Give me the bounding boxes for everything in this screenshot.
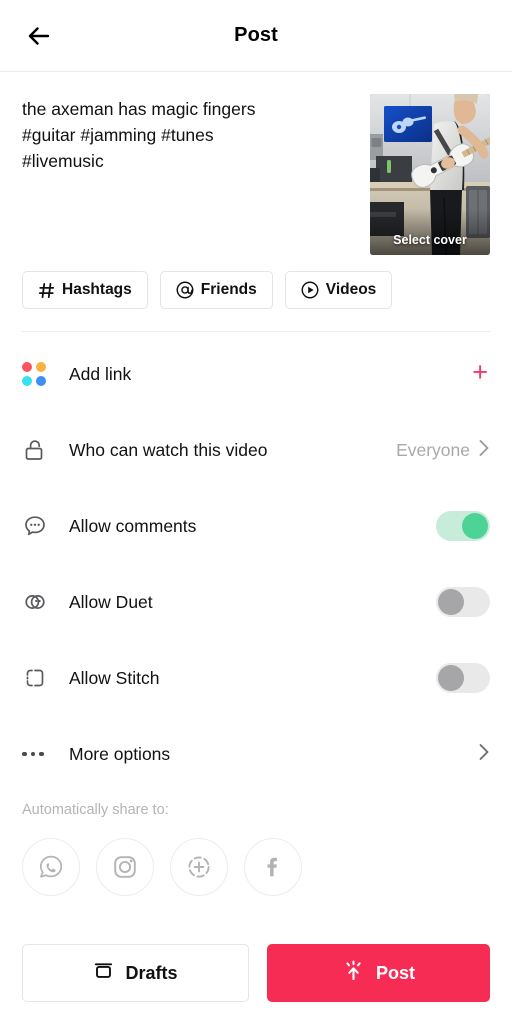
settings-row-label: Allow Duet [69,591,153,612]
share-target-instagram-story[interactable] [170,838,228,896]
settings-row-allow-comments[interactable]: Allow comments [0,488,512,564]
post-label: Post [375,962,415,983]
settings-row-label: Add link [69,363,132,384]
ellipsis-icon [22,751,56,757]
share-target-instagram[interactable] [96,838,154,896]
back-button[interactable] [18,15,60,57]
post-button[interactable]: Post [267,944,490,1002]
settings-row-label: Allow Stitch [69,667,160,688]
stitch-icon [22,665,56,691]
cover-scrim [370,209,490,255]
privacy-value: Everyone [396,439,470,460]
at-icon [176,281,194,299]
chip-hashtags[interactable]: Hashtags [22,271,148,309]
play-circle-icon [301,281,319,299]
settings-row-add-link[interactable]: Add link + [0,336,512,412]
post-arrow-icon [342,959,365,987]
chip-videos[interactable]: Videos [284,271,393,309]
select-cover-label: Select cover [393,233,467,247]
chip-label: Friends [200,281,257,298]
add-link-plus-button[interactable]: + [470,357,490,392]
drafts-button[interactable]: Drafts [22,944,249,1002]
share-target-whatsapp[interactable] [22,838,80,896]
duet-icon [22,589,56,615]
select-cover-thumbnail[interactable]: Select cover [370,94,490,255]
quick-insert-chips: Hashtags Friends Videos [0,255,512,309]
app-header: Post [0,0,512,72]
chip-label: Videos [325,281,377,298]
auto-share-section: Automatically share to: [0,792,512,896]
whatsapp-icon [39,855,63,878]
settings-row-allow-duet[interactable]: Allow Duet [0,564,512,640]
settings-row-privacy[interactable]: Who can watch this video Everyone [0,412,512,488]
post-screen: Post the axeman has magic fingers #guita… [0,0,512,1024]
toggle-knob [438,665,464,691]
settings-row-label: Who can watch this video [69,439,268,460]
settings-row-more-options[interactable]: More options [0,716,512,792]
toggle-allow-comments[interactable] [436,511,490,541]
hash-icon [38,282,55,299]
toggle-allow-duet[interactable] [436,587,490,617]
caption-line: the axeman has magic fingers [22,99,256,119]
footer-actions: Drafts Post [0,944,512,1024]
share-targets [22,838,490,896]
settings-row-label: Allow comments [69,515,197,536]
page-title: Post [234,24,278,46]
drafts-label: Drafts [125,962,178,983]
share-target-facebook[interactable] [244,838,302,896]
settings-row-allow-stitch[interactable]: Allow Stitch [0,640,512,716]
instagram-story-icon [188,856,210,878]
chip-friends[interactable]: Friends [159,271,273,309]
settings-list: Add link + Who can watch this video Ever… [0,332,512,792]
arrow-left-icon [28,26,50,45]
chevron-right-icon [478,742,490,767]
settings-row-label: More options [69,743,171,764]
toggle-allow-stitch[interactable] [436,663,490,693]
caption-line: #guitar #jamming #tunes [22,125,214,145]
auto-share-title: Automatically share to: [22,802,169,818]
inbox-icon [93,960,114,986]
comment-bubble-icon [22,513,56,539]
unlock-icon [22,437,56,463]
caption-input[interactable]: the axeman has magic fingers #guitar #ja… [22,94,370,255]
four-dots-icon [22,362,56,386]
instagram-icon [114,856,136,878]
facebook-icon [267,857,277,877]
toggle-knob [438,589,464,615]
chevron-right-icon [478,438,490,463]
caption-block: the axeman has magic fingers #guitar #ja… [0,72,512,255]
chip-label: Hashtags [62,281,132,298]
caption-line: #livemusic [22,151,104,171]
toggle-knob [462,513,488,539]
